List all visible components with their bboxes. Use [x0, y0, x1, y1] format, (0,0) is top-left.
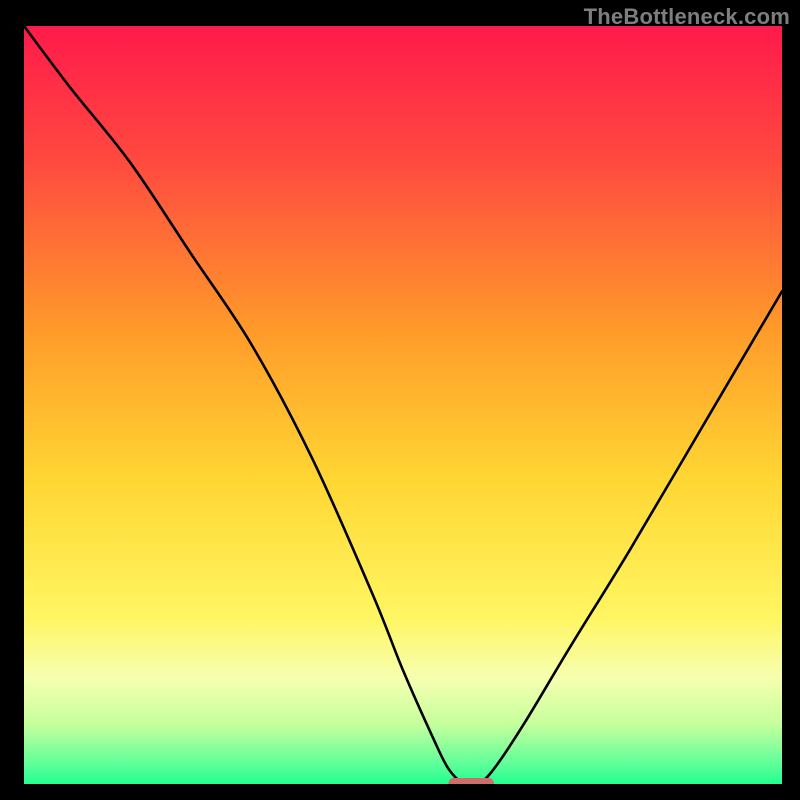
- watermark-text: TheBottleneck.com: [584, 4, 790, 30]
- chart-svg: [24, 26, 782, 784]
- chart-frame: TheBottleneck.com: [0, 0, 800, 800]
- optimal-marker: [448, 778, 493, 784]
- plot-area: [24, 26, 782, 784]
